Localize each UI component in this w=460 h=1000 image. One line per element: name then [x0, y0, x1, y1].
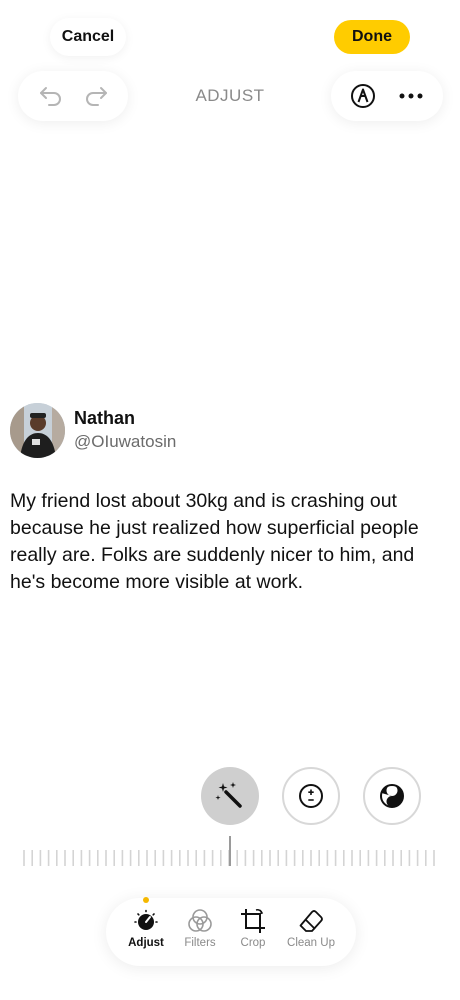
cancel-button[interactable]: Cancel — [50, 18, 126, 56]
author-name: Nathan — [74, 408, 136, 428]
selected-tab-indicator — [143, 897, 149, 903]
author-handle: @OIuwatosin — [74, 432, 177, 451]
top-bar: Cancel Done — [0, 16, 460, 60]
tab-adjust-label: Adjust — [128, 937, 164, 949]
avatar — [10, 403, 65, 458]
tab-clean-up-label: Clean Up — [287, 937, 335, 949]
markup-pen-icon — [351, 84, 375, 108]
auto-enhance-button[interactable] — [201, 767, 259, 825]
tab-adjust[interactable]: Adjust — [118, 906, 174, 960]
exposure-button[interactable] — [282, 767, 340, 825]
exposure-plus-minus-icon — [299, 784, 323, 808]
eraser-icon — [299, 910, 323, 932]
markup-more-group — [331, 71, 443, 121]
filters-circles-icon — [188, 909, 212, 932]
more-ellipsis-icon — [399, 93, 423, 99]
adjustment-slider[interactable] — [0, 834, 460, 870]
done-button[interactable]: Done — [334, 20, 410, 54]
adjust-dial-icon — [134, 909, 158, 930]
tweet-text: My friend lost about 30kg and is crashin… — [10, 490, 419, 593]
markup-button[interactable] — [345, 78, 381, 114]
tab-crop[interactable]: Crop — [225, 906, 281, 960]
editing-tab-bar: Adjust Filters Crop Clean Up — [106, 897, 356, 966]
more-button[interactable] — [393, 78, 429, 114]
tab-filters-label: Filters — [184, 937, 216, 949]
brilliance-button[interactable] — [363, 767, 421, 825]
tab-crop-label: Crop — [240, 937, 266, 949]
tab-clean-up[interactable]: Clean Up — [283, 906, 339, 960]
brilliance-yin-yang-icon — [380, 784, 404, 808]
tab-filters[interactable]: Filters — [172, 906, 228, 960]
crop-icon — [241, 909, 265, 933]
magic-wand-icon — [215, 782, 242, 808]
